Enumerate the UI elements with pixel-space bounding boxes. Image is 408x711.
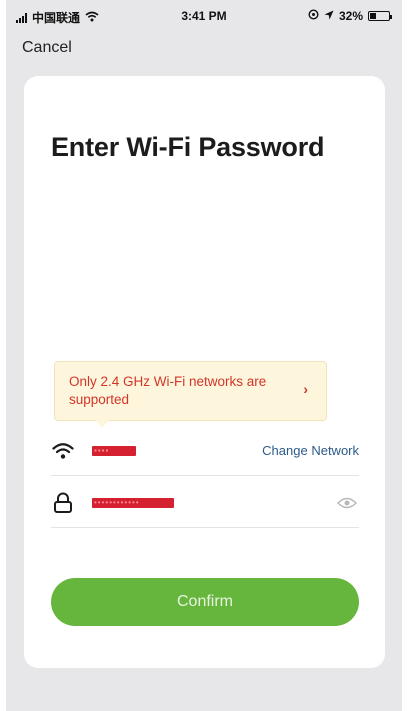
wifi-icon: [51, 439, 75, 463]
orientation-lock-icon: [308, 9, 319, 23]
lock-icon: [51, 491, 75, 515]
chevron-right-icon: ›: [303, 381, 308, 397]
network-row: ▪▪▪▪ Change Network: [51, 426, 359, 476]
status-right: 32%: [308, 9, 392, 23]
battery-icon: [368, 11, 392, 21]
password-value-redacted: ••••••••••••: [92, 497, 174, 508]
status-bar: 中国联通 3:41 PM 32%: [6, 0, 402, 30]
wifi-password-card: Enter Wi-Fi Password Only 2.4 GHz Wi-Fi …: [24, 76, 385, 668]
cancel-button[interactable]: Cancel: [22, 39, 72, 57]
change-network-button[interactable]: Change Network: [262, 443, 359, 458]
battery-level-fill: [370, 13, 376, 19]
confirm-button[interactable]: Confirm: [51, 578, 359, 626]
frequency-hint-tooltip[interactable]: Only 2.4 GHz Wi-Fi networks are supporte…: [54, 361, 327, 428]
location-icon: [324, 9, 334, 23]
phone-screen: 中国联通 3:41 PM 32% Cancel Enter Wi-Fi Pass…: [6, 0, 402, 711]
tooltip-text: Only 2.4 GHz Wi-Fi networks are supporte…: [69, 374, 267, 407]
network-ssid-redacted: ▪▪▪▪: [92, 445, 136, 456]
eye-icon[interactable]: [337, 497, 357, 509]
battery-percent: 32%: [338, 9, 363, 23]
password-row[interactable]: ••••••••••••: [51, 478, 359, 528]
page-title: Enter Wi-Fi Password: [51, 132, 325, 162]
